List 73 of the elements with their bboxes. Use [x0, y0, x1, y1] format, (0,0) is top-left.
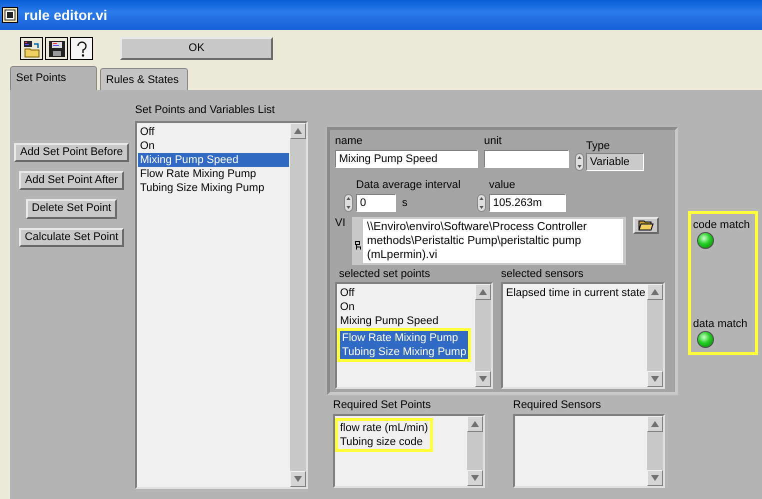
- spinner-button[interactable]: [344, 194, 353, 212]
- folder-icon: [22, 40, 40, 58]
- unit-label: s: [402, 196, 408, 210]
- list-item[interactable]: Elapsed time in current state: [504, 286, 646, 300]
- list-item[interactable]: Tubing size code: [338, 435, 430, 449]
- list-item[interactable]: On: [338, 300, 474, 314]
- field-label: value: [489, 179, 516, 192]
- field-label: Type: [586, 140, 611, 154]
- scroll-down-button[interactable]: [467, 470, 483, 486]
- indicator-label: data match: [693, 316, 748, 331]
- field-label: VI: [335, 217, 346, 232]
- question-mark-icon: [74, 40, 88, 58]
- name-field[interactable]: Mixing Pump Speed: [335, 150, 478, 168]
- unit-field[interactable]: [484, 150, 569, 168]
- list-item[interactable]: Tubing Size Mixing Pump: [138, 181, 289, 195]
- list-item[interactable]: Flow Rate Mixing Pump: [138, 167, 289, 181]
- up-arrow-icon: [294, 128, 302, 134]
- spinner-button[interactable]: [477, 194, 486, 212]
- scroll-up-button[interactable]: [647, 284, 663, 300]
- field-label: name: [335, 135, 364, 148]
- window-title: rule editor.vi: [24, 6, 108, 24]
- scroll-up-button[interactable]: [467, 416, 483, 432]
- app-icon: [2, 7, 18, 23]
- list-label: selected set points: [339, 268, 432, 282]
- scroll-up-button[interactable]: [647, 416, 663, 432]
- open-folder-button[interactable]: [20, 37, 43, 60]
- list-label: Set Points and Variables List: [135, 104, 276, 118]
- spinner-button[interactable]: [575, 153, 584, 172]
- help-button[interactable]: [70, 37, 93, 60]
- action-button[interactable]: Add Set Point After: [19, 171, 124, 190]
- list-label: selected sensors: [501, 268, 585, 282]
- save-button[interactable]: [45, 37, 68, 60]
- list-item[interactable]: Tubing Size Mixing Pump: [340, 344, 468, 359]
- list-label: Required Sensors: [513, 399, 602, 413]
- down-arrow-icon: [651, 376, 659, 382]
- field-label: Data average interval: [356, 179, 461, 192]
- scroll-down-button[interactable]: [290, 471, 306, 487]
- list-item[interactable]: Flow Rate Mixing Pump: [340, 330, 468, 345]
- action-button[interactable]: Delete Set Point: [26, 199, 118, 219]
- scroll-up-button[interactable]: [475, 284, 491, 300]
- interval-field[interactable]: 0: [356, 194, 396, 212]
- indicator-label: code match: [693, 218, 750, 232]
- scroll-down-button[interactable]: [475, 370, 491, 387]
- ok-button[interactable]: OK: [120, 37, 273, 60]
- up-arrow-icon: [651, 421, 659, 427]
- up-arrow-icon: [479, 288, 487, 295]
- down-arrow-icon: [471, 475, 479, 481]
- list-item[interactable]: On: [138, 139, 289, 153]
- list-item[interactable]: Mixing Pump Speed: [138, 153, 289, 167]
- list-item[interactable]: flow rate (mL/min): [338, 421, 430, 435]
- path-icon: [355, 241, 361, 250]
- list-label: Required Set Points: [333, 399, 432, 413]
- up-arrow-icon: [471, 421, 479, 427]
- value-field[interactable]: 105.263m: [489, 194, 566, 212]
- scroll-up-button[interactable]: [290, 123, 306, 139]
- list-item[interactable]: Off: [138, 125, 289, 139]
- tab[interactable]: Rules & States: [100, 68, 188, 90]
- tab[interactable]: Set Points: [10, 66, 97, 90]
- scroll-down-button[interactable]: [647, 470, 663, 486]
- list-item[interactable]: Off: [338, 286, 474, 300]
- folder-icon: [638, 220, 654, 232]
- down-arrow-icon: [651, 475, 659, 481]
- down-arrow-icon: [479, 376, 487, 382]
- browse-button[interactable]: [633, 217, 659, 234]
- up-arrow-icon: [651, 288, 659, 295]
- action-button[interactable]: Calculate Set Point: [18, 228, 124, 247]
- list-item[interactable]: Mixing Pump Speed: [338, 314, 474, 328]
- scroll-down-button[interactable]: [647, 370, 663, 387]
- action-button[interactable]: Add Set Point Before: [14, 143, 129, 162]
- down-arrow-icon: [294, 476, 302, 482]
- type-display: Variable: [586, 153, 644, 172]
- path-field[interactable]: \\Enviro\enviro\Software\Process Controller methods\Peristaltic Pump\peristaltic pump (mLpermin).vi: [363, 219, 623, 264]
- field-label: unit: [484, 135, 503, 148]
